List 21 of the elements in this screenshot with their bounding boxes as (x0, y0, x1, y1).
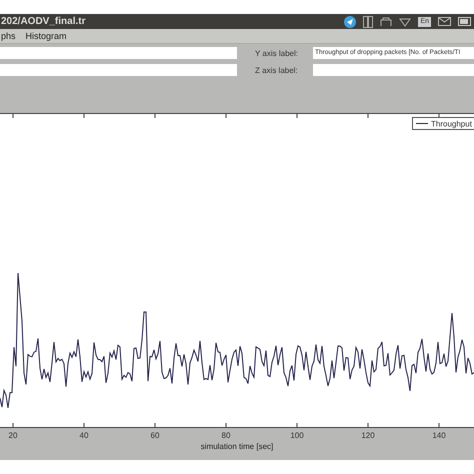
menu-item[interactable]: phs (0, 31, 17, 41)
field-label: Y axis label: (254, 48, 299, 58)
axis-title: simulation time [sec] (200, 442, 274, 451)
window-title: 202/AODV_final.tr (0, 16, 86, 27)
input-field[interactable] (0, 64, 237, 76)
tick-label: 100 (290, 431, 304, 440)
tick-label: 20 (8, 431, 18, 440)
legend: Throughput (412, 117, 474, 130)
tick-label: 120 (361, 431, 375, 440)
input-field[interactable] (313, 64, 474, 76)
mail-icon[interactable] (438, 17, 451, 26)
field-label: Z axis label: (254, 66, 299, 74)
tick-label: 60 (150, 431, 160, 440)
battery-icon[interactable] (458, 17, 472, 26)
wifi-icon[interactable] (399, 16, 412, 26)
tick-label: 140 (432, 431, 446, 440)
tick-label: 80 (222, 431, 230, 440)
tick-label: 40 (80, 431, 88, 440)
input-field[interactable] (0, 47, 237, 59)
menu-item[interactable]: Histogram (24, 31, 68, 41)
grid-icon[interactable] (363, 16, 374, 28)
